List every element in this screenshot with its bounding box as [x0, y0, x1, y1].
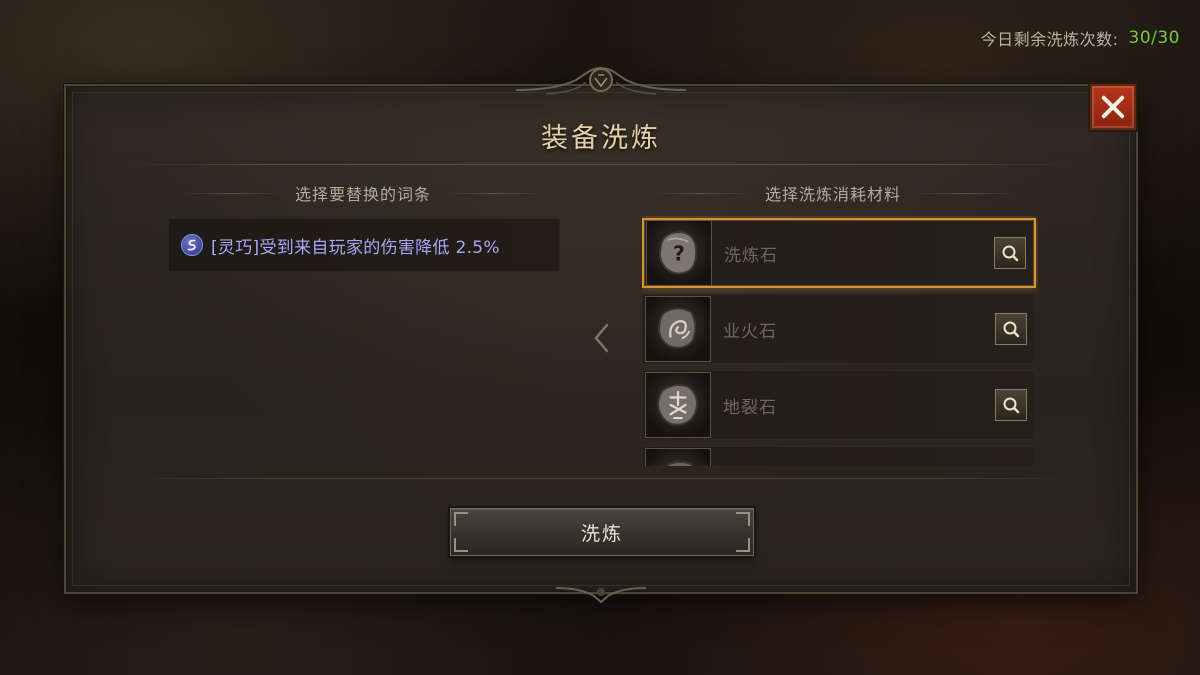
- refine-button[interactable]: 洗炼: [450, 508, 754, 556]
- divider: [652, 192, 751, 194]
- button-corner-ornament: [736, 538, 750, 552]
- button-corner-ornament: [454, 538, 468, 552]
- dragon-rune-stone-icon: [645, 296, 711, 362]
- close-icon[interactable]: [1090, 84, 1136, 130]
- material-section-header: 选择洗炼消耗材料: [652, 182, 1015, 204]
- chevron-left-icon: [594, 323, 609, 353]
- glyph-rune-stone-icon: [645, 372, 711, 438]
- button-corner-ornament: [454, 512, 468, 526]
- dialog-title: 装备洗炼: [541, 123, 661, 154]
- rune-stone-icon: [645, 448, 711, 466]
- unknown-rune-stone-icon: ?: [646, 220, 712, 286]
- material-item-refine-stone[interactable]: ? 洗炼石: [642, 218, 1036, 288]
- button-corner-ornament: [736, 512, 750, 526]
- remaining-count: 30/30: [1128, 28, 1180, 48]
- affix-section-title: 选择要替换的词条: [295, 185, 432, 204]
- divider: [445, 192, 545, 194]
- title-divider: [130, 164, 1072, 165]
- refine-button-label: 洗炼: [580, 522, 623, 545]
- agility-swirl-icon: [181, 234, 203, 256]
- remaining-label: 今日剩余洗炼次数:: [980, 30, 1119, 49]
- material-name: 业火石: [723, 321, 777, 342]
- magnifier-icon[interactable]: [995, 389, 1027, 421]
- affix-section-header: 选择要替换的词条: [182, 182, 545, 204]
- material-item-karma-fire-stone[interactable]: 业火石: [642, 294, 1036, 364]
- top-crest-ornament: [516, 67, 686, 95]
- material-section-title: 选择洗炼消耗材料: [765, 185, 902, 204]
- material-name: 地裂石: [723, 397, 777, 418]
- remaining-refines: 今日剩余洗炼次数: 30/30: [981, 26, 1180, 50]
- divider: [915, 192, 1015, 194]
- bottom-divider: [130, 478, 1072, 479]
- magnifier-icon[interactable]: [995, 313, 1027, 345]
- material-list[interactable]: ? 洗炼石 业火石 地裂石: [642, 216, 1038, 466]
- svg-text:?: ?: [673, 241, 685, 265]
- bottom-crest-ornament: [556, 587, 646, 604]
- affix-text: [灵巧]受到来自玩家的伤害降低 2.5%: [211, 237, 500, 258]
- material-item-partial[interactable]: [642, 446, 1036, 466]
- refine-dialog: 装备洗炼 选择要替换的词条 选择洗炼消耗材料 [灵巧]受到来自玩家的伤害降低 2…: [64, 67, 1138, 604]
- divider: [182, 192, 281, 194]
- material-name: 洗炼石: [724, 245, 778, 266]
- affix-option[interactable]: [灵巧]受到来自玩家的伤害降低 2.5%: [168, 218, 560, 272]
- magnifier-icon[interactable]: [994, 237, 1026, 269]
- material-item-earth-rift-stone[interactable]: 地裂石: [642, 370, 1036, 440]
